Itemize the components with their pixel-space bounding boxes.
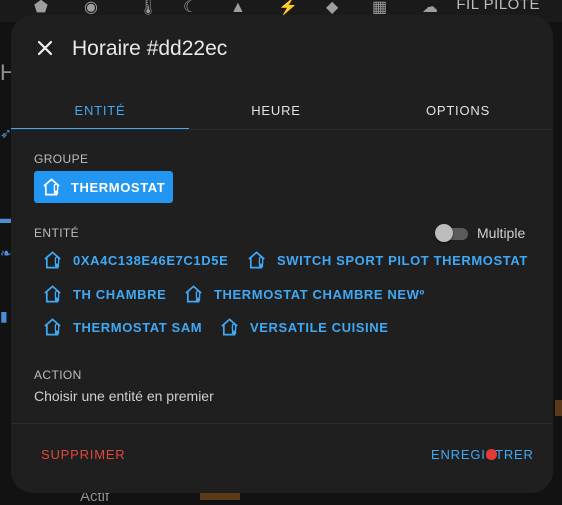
group-chip-thermostat[interactable]: THERMOSTAT <box>34 171 174 203</box>
shield-icon: ⬟ <box>34 0 48 16</box>
divider <box>11 423 553 424</box>
dialog-title: Horaire #dd22ec <box>72 37 228 60</box>
entity-label: VERSATILE CUISINE <box>250 319 389 335</box>
calendar-icon: ▦ <box>372 0 388 16</box>
entity-item[interactable]: THERMOSTAT SAM <box>43 317 202 337</box>
delete-button[interactable]: SUPPRIMER <box>41 447 126 462</box>
action-value: Choisir une entité en premier <box>34 388 214 404</box>
divider <box>11 129 553 130</box>
multiple-label: Multiple <box>477 225 526 241</box>
schedule-dialog: Horaire #dd22ec ENTITÉ HEURE OPTIONS GRO… <box>11 15 553 493</box>
entity-label: TH CHAMBRE <box>73 286 167 302</box>
rocket-icon: ➶ <box>0 125 12 141</box>
tab-entite[interactable]: ENTITÉ <box>11 91 189 129</box>
entity-item[interactable]: VERSATILE CUISINE <box>220 317 389 337</box>
lightning-icon: ⚡ <box>278 0 298 16</box>
close-icon <box>37 40 53 56</box>
close-button[interactable] <box>32 35 58 61</box>
leaf-icon: ❧ <box>0 245 12 261</box>
toggle-thumb <box>435 224 453 242</box>
home-thermometer-icon <box>44 318 61 336</box>
speaker-icon: ◉ <box>84 0 98 16</box>
entity-label: THERMOSTAT CHAMBRE NEWº <box>214 286 425 302</box>
entite-label: ENTITÉ <box>34 226 80 240</box>
tab-options[interactable]: OPTIONS <box>363 91 553 129</box>
remote-icon: ▮ <box>0 308 8 324</box>
home-thermometer-icon <box>43 178 60 196</box>
tab-bar: ENTITÉ HEURE OPTIONS <box>11 91 553 130</box>
entity-item[interactable]: TH CHAMBRE <box>43 284 166 304</box>
home-thermometer-icon <box>44 285 61 303</box>
group-chip-label: THERMOSTAT <box>71 179 166 195</box>
home-thermometer-icon <box>44 251 61 269</box>
entity-item[interactable]: 0XA4C138E46E7C1D5E <box>43 250 228 270</box>
home-thermometer-icon <box>248 251 265 269</box>
home-thermometer-icon <box>185 285 202 303</box>
weather-icon: ☁ <box>422 0 438 16</box>
entity-item[interactable]: SWITCH SPORT PILOT THERMOSTAT <box>247 250 528 270</box>
action-label: ACTION <box>34 368 82 382</box>
entity-label: THERMOSTAT SAM <box>73 319 203 335</box>
multiple-toggle[interactable] <box>435 224 469 242</box>
thermometer-icon: 🌡 <box>138 0 159 16</box>
app-tab-label[interactable]: FIL PILOTE <box>456 0 540 13</box>
background-decoration <box>200 493 240 500</box>
groupe-label: GROUPE <box>34 152 89 166</box>
home-thermometer-icon <box>221 318 238 336</box>
save-button[interactable]: ENREGISTRER <box>431 447 534 462</box>
background-decoration <box>555 400 562 416</box>
tab-heure[interactable]: HEURE <box>189 91 363 129</box>
entity-label: 0XA4C138E46E7C1D5E <box>73 252 229 268</box>
dialog-header: Horaire #dd22ec <box>11 15 553 85</box>
entity-item[interactable]: THERMOSTAT CHAMBRE NEWº <box>184 284 425 304</box>
bell-icon: ▲ <box>230 0 246 16</box>
moon-icon: ☾ <box>183 0 198 16</box>
water-icon: ◆ <box>326 0 339 16</box>
cursor-marker <box>486 449 497 460</box>
entity-label: SWITCH SPORT PILOT THERMOSTAT <box>277 252 528 268</box>
